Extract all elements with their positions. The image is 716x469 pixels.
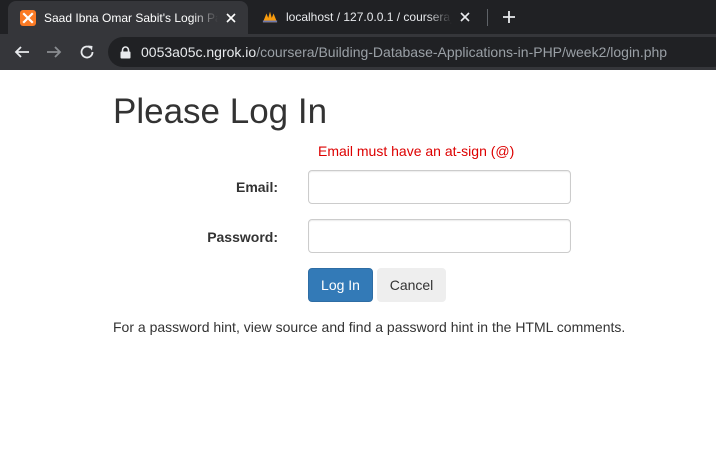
url-path: /coursera/Building-Database-Applications… (256, 44, 668, 60)
page-body: Please Log In Email must have an at-sign… (0, 70, 716, 469)
password-hint-text: For a password hint, view source and fin… (113, 319, 626, 335)
close-icon[interactable] (222, 9, 240, 27)
url-host: 0053a05c.ngrok.io (141, 44, 257, 60)
page-title: Please Log In (113, 92, 328, 131)
lock-icon[interactable] (118, 45, 132, 59)
tab-login-page[interactable]: Saad Ibna Omar Sabit's Login Page (8, 1, 248, 34)
tab-separator (487, 9, 488, 26)
tab-title: Saad Ibna Omar Sabit's Login Page (44, 10, 218, 25)
password-label: Password: (207, 229, 278, 245)
new-tab-icon[interactable] (499, 7, 519, 27)
url-text: 0053a05c.ngrok.io/coursera/Building-Data… (141, 44, 667, 60)
address-bar[interactable]: 0053a05c.ngrok.io/coursera/Building-Data… (108, 37, 716, 67)
browser-toolbar: 0053a05c.ngrok.io/coursera/Building-Data… (0, 34, 716, 70)
password-field[interactable] (308, 219, 571, 253)
phpmyadmin-icon (262, 9, 278, 25)
error-message: Email must have an at-sign (@) (318, 143, 515, 159)
email-field[interactable] (308, 170, 571, 204)
cancel-button[interactable]: Cancel (377, 268, 446, 302)
xampp-icon (20, 9, 36, 26)
forward-arrow-icon[interactable] (42, 40, 66, 64)
browser-tabstrip: Saad Ibna Omar Sabit's Login Page localh… (0, 0, 716, 34)
tab-title: localhost / 127.0.0.1 / coursera_b (286, 10, 452, 24)
reload-icon[interactable] (75, 40, 99, 64)
tab-phpmyadmin[interactable]: localhost / 127.0.0.1 / coursera_b (250, 0, 482, 34)
close-icon[interactable] (456, 8, 474, 26)
login-button[interactable]: Log In (308, 268, 373, 302)
back-arrow-icon[interactable] (10, 40, 34, 64)
email-label: Email: (235, 179, 278, 195)
